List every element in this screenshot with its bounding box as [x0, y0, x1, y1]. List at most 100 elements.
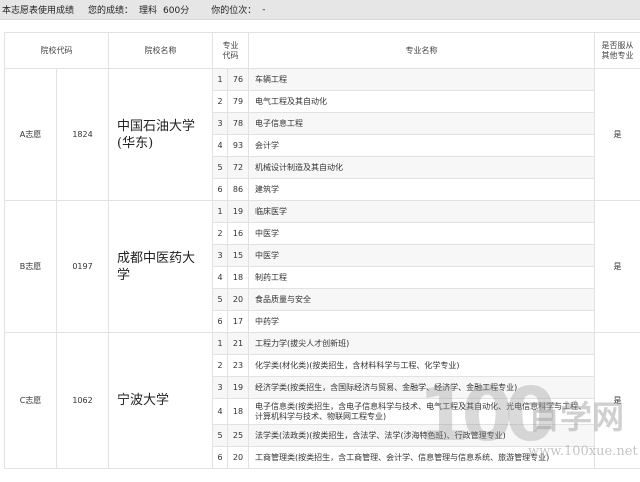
major-code: 17: [227, 310, 249, 333]
major-name-text: 机械设计制造及其自动化: [255, 162, 343, 172]
major-code: 19: [227, 376, 249, 399]
major-name-text: 化学类(材化类)(按类招生，含材料科学与工程、化学专业): [255, 360, 460, 370]
major-code-text: 20: [232, 294, 244, 304]
header-major-code-text: 专业 代码: [222, 40, 239, 60]
major-code: 93: [227, 134, 249, 157]
major-code-text: 18: [232, 272, 244, 282]
major-name: 中医学: [248, 222, 595, 245]
major-code-text: 19: [232, 382, 244, 392]
major-code-text: 78: [232, 118, 244, 128]
major-order: 2: [212, 90, 228, 113]
major-order-text: 6: [217, 452, 223, 462]
score-value: 600分: [163, 6, 190, 16]
major-name: 食品质量与安全: [248, 288, 595, 311]
major-order: 4: [212, 398, 228, 425]
header-major-code: 专业 代码: [212, 32, 249, 69]
rank-label: 你的位次：: [211, 6, 257, 16]
header-college-name: 院校名称: [108, 32, 213, 69]
major-code: 86: [227, 178, 249, 201]
college-name-text: 中国石油大学 (华东): [117, 118, 196, 151]
major-code-text: 19: [232, 206, 244, 216]
major-order: 6: [212, 178, 228, 201]
major-code: 21: [227, 332, 249, 355]
choice-label: B志愿: [4, 200, 57, 333]
college-name: 中国石油大学 (华东): [108, 68, 213, 201]
major-order-text: 1: [217, 206, 223, 216]
major-order-text: 5: [217, 430, 223, 440]
major-order: 4: [212, 134, 228, 157]
major-name-text: 电子信息类(按类招生，含电子信息科学与技术、电气工程及其自动化、光电信息科学与工…: [255, 401, 587, 421]
major-name: 临床医学: [248, 200, 595, 223]
major-order-text: 6: [217, 316, 223, 326]
accept-other: 是: [594, 68, 640, 201]
major-order: 3: [212, 112, 228, 135]
major-name: 中医学: [248, 244, 595, 267]
major-code: 20: [227, 288, 249, 311]
header-major-name: 专业名称: [248, 32, 595, 69]
major-name: 电子信息类(按类招生，含电子信息科学与技术、电气工程及其自动化、光电信息科学与工…: [248, 398, 595, 425]
major-name: 会计学: [248, 134, 595, 157]
major-order: 2: [212, 222, 228, 245]
header-college-name-text: 院校名称: [144, 45, 177, 55]
header-accept-other-text: 是否服从 其他专业: [601, 40, 634, 60]
college-name: 宁波大学: [108, 332, 213, 469]
major-order: 4: [212, 266, 228, 289]
major-name-text: 法学类(法政类)(按类招生，含法学、法学(涉海特色班)、行政管理专业): [255, 430, 506, 440]
major-name-text: 电气工程及其自动化: [255, 96, 327, 106]
major-order: 6: [212, 446, 228, 469]
major-order-text: 3: [217, 118, 223, 128]
major-code: 76: [227, 68, 249, 91]
college-code-text: 1824: [72, 130, 93, 139]
college-name: 成都中医药大 学: [108, 200, 213, 333]
choice-label: C志愿: [4, 332, 57, 469]
major-name-text: 中医学: [255, 228, 279, 238]
major-code-text: 21: [232, 338, 244, 348]
major-name-text: 中药学: [255, 316, 279, 326]
major-name: 工商管理类(按类招生，含工商管理、会计学、信息管理与信息系统、旅游管理专业): [248, 446, 595, 469]
major-name-text: 制药工程: [255, 272, 287, 282]
college-code-text: 1062: [72, 396, 93, 405]
college-name-text: 成都中医药大 学: [117, 250, 196, 283]
major-code: 23: [227, 354, 249, 377]
major-code-text: 17: [232, 316, 244, 326]
major-name-text: 工商管理类(按类招生，含工商管理、会计学、信息管理与信息系统、旅游管理专业): [255, 452, 550, 462]
major-order: 5: [212, 424, 228, 447]
major-code: 19: [227, 200, 249, 223]
major-order: 3: [212, 376, 228, 399]
major-name: 中药学: [248, 310, 595, 333]
college-code-text: 0197: [72, 262, 93, 271]
score-label: 您的成绩：: [88, 6, 134, 16]
major-name-text: 车辆工程: [255, 74, 287, 84]
major-code: 18: [227, 266, 249, 289]
major-code-text: 72: [232, 162, 244, 172]
major-name: 机械设计制造及其自动化: [248, 156, 595, 179]
major-name-text: 经济学类(按类招生，含国际经济与贸易、金融学、经济学、金融工程专业): [255, 382, 518, 392]
major-code: 15: [227, 244, 249, 267]
major-name-text: 电子信息工程: [255, 118, 303, 128]
major-name: 车辆工程: [248, 68, 595, 91]
major-order: 5: [212, 156, 228, 179]
major-code-text: 93: [232, 140, 244, 150]
major-code: 25: [227, 424, 249, 447]
choice-label-text: A志愿: [19, 130, 42, 139]
major-name: 电子信息工程: [248, 112, 595, 135]
major-code: 79: [227, 90, 249, 113]
major-order: 6: [212, 310, 228, 333]
college-code: 1824: [56, 68, 109, 201]
major-name: 法学类(法政类)(按类招生，含法学、法学(涉海特色班)、行政管理专业): [248, 424, 595, 447]
major-name: 经济学类(按类招生，含国际经济与贸易、金融学、经济学、金融工程专业): [248, 376, 595, 399]
choice-label: A志愿: [4, 68, 57, 201]
major-code-text: 15: [232, 250, 244, 260]
major-name: 电气工程及其自动化: [248, 90, 595, 113]
major-code-text: 86: [232, 184, 244, 194]
header-college-code-text: 院校代码: [40, 45, 73, 55]
major-order: 1: [212, 68, 228, 91]
major-order-text: 5: [217, 162, 223, 172]
major-order-text: 1: [217, 74, 223, 84]
major-code-text: 79: [232, 96, 244, 106]
score-bar-title: 本志愿表使用成绩: [2, 6, 75, 16]
major-name: 制药工程: [248, 266, 595, 289]
accept-other-text: 是: [613, 130, 622, 139]
choice-label-text: B志愿: [19, 262, 42, 271]
header-major-name-text: 专业名称: [405, 45, 438, 55]
